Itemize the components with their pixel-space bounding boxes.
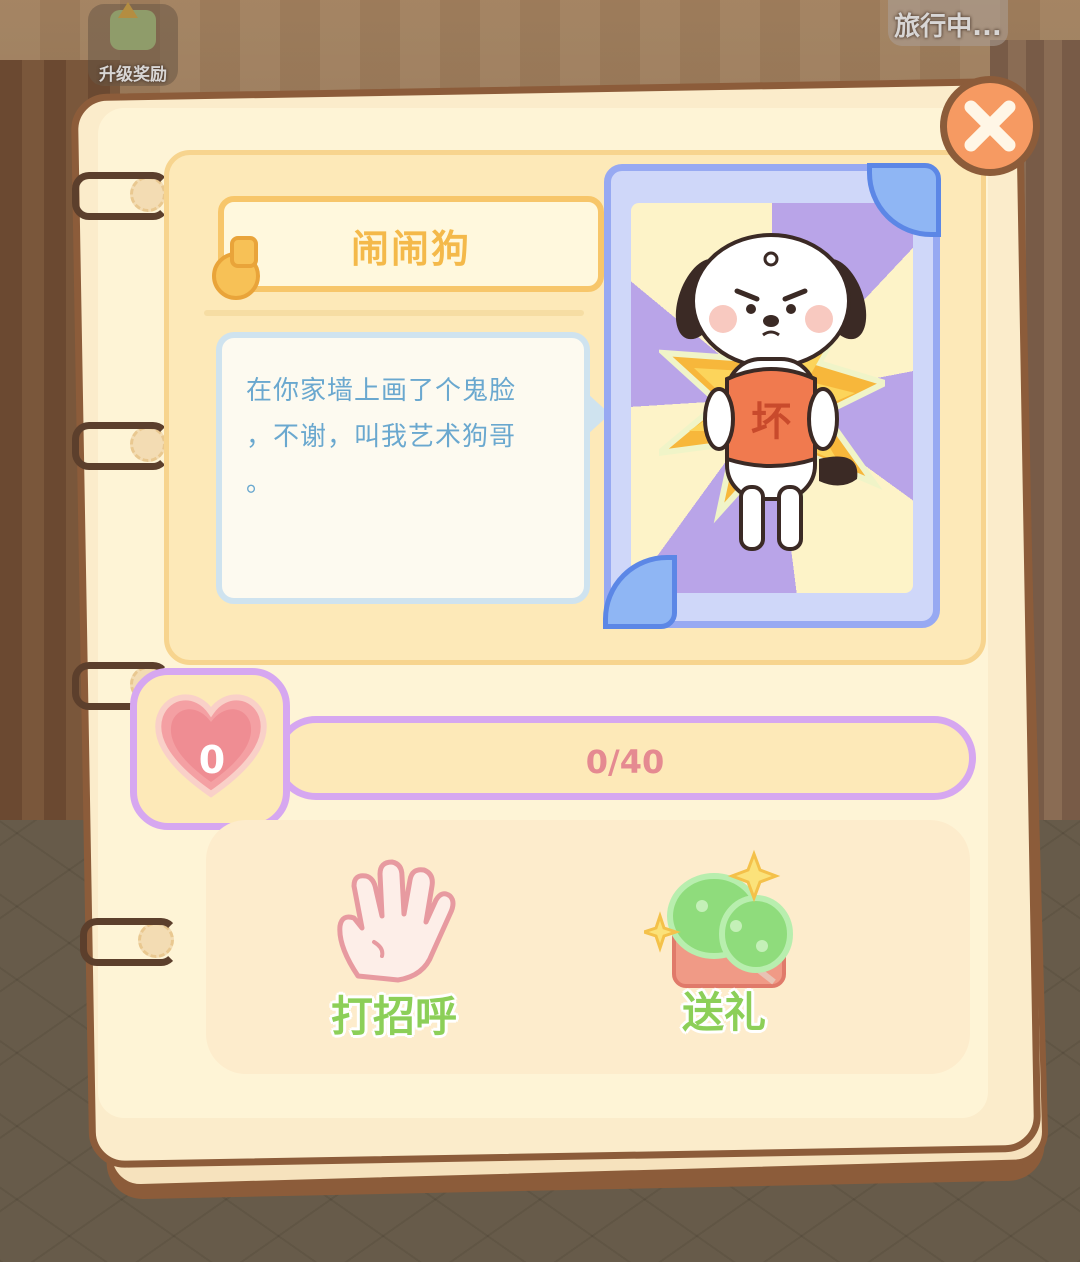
description-line: ，不谢，叫我艺术狗哥 bbox=[246, 422, 517, 452]
divider bbox=[204, 310, 584, 316]
character-portrait-card: 坏 bbox=[603, 163, 941, 629]
gift-box-icon bbox=[644, 849, 793, 988]
waving-hand-icon bbox=[337, 859, 456, 983]
binder-ring bbox=[80, 918, 178, 966]
character-name: 闹闹狗 bbox=[350, 227, 471, 271]
character-description: 在你家墙上画了个鬼脸 ，不谢，叫我艺术狗哥 。 bbox=[246, 368, 566, 506]
close-button[interactable] bbox=[940, 76, 1040, 176]
affection-level: 0 bbox=[198, 738, 226, 782]
shirt-text: 坏 bbox=[751, 399, 791, 445]
description-line: 在你家墙上画了个鬼脸 bbox=[246, 376, 517, 406]
card-corner-gem bbox=[603, 555, 677, 629]
greet-button[interactable]: 打招呼 bbox=[304, 850, 484, 1050]
dog-character-icon: 坏 bbox=[675, 233, 867, 551]
affection-progress-text: 0/40 bbox=[585, 743, 665, 781]
binder-ring bbox=[72, 172, 170, 220]
character-name-plate: 闹闹狗 bbox=[212, 196, 604, 300]
gift-button[interactable]: 送礼 bbox=[634, 846, 814, 1046]
description-line: 。 bbox=[246, 468, 274, 498]
gift-label: 送礼 bbox=[681, 988, 766, 1037]
portrait-background: 坏 bbox=[631, 203, 913, 593]
affection-progress-bar: 0/40 bbox=[274, 716, 976, 800]
binder-ring bbox=[72, 422, 170, 470]
close-icon bbox=[964, 100, 1016, 152]
greet-label: 打招呼 bbox=[330, 992, 457, 1041]
character-description-bubble: 在你家墙上画了个鬼脸 ，不谢，叫我艺术狗哥 。 bbox=[216, 332, 610, 604]
